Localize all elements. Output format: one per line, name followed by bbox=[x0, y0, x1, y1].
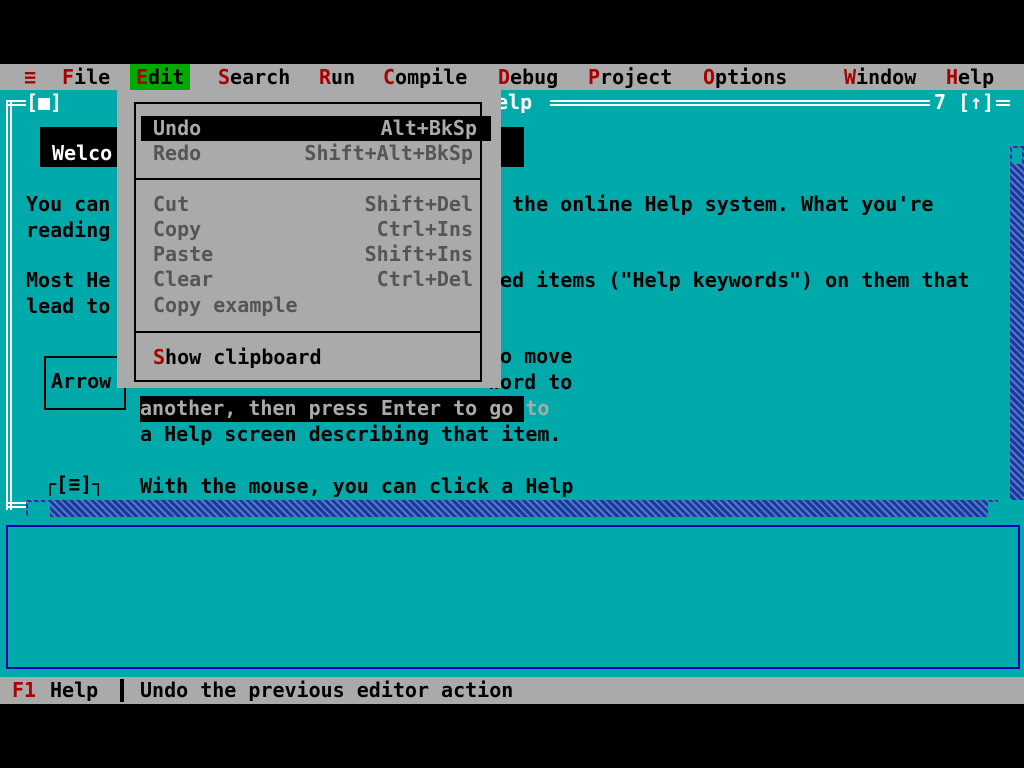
menu-project[interactable]: Project bbox=[582, 64, 678, 90]
help-para-line4: a Help screen describing that item. bbox=[140, 422, 562, 446]
vertical-scrollbar[interactable] bbox=[1010, 116, 1024, 500]
menu-help[interactable]: Help bbox=[940, 64, 1000, 90]
vertical-scroll-thumb[interactable] bbox=[1012, 148, 1022, 164]
menu-item-clear[interactable]: Clear Ctrl+Del bbox=[153, 267, 473, 292]
help-text-line3-right: ed items ("Help keywords") on them that bbox=[500, 268, 970, 292]
menu-item-undo[interactable]: Undo Alt+BkSp bbox=[141, 116, 491, 141]
edit-menu-dropdown: Undo Alt+BkSp Redo Shift+Alt+BkSp Cut Sh… bbox=[117, 90, 501, 388]
menu-edit[interactable]: Edit bbox=[130, 64, 191, 90]
menu-debug[interactable]: Debug bbox=[492, 64, 564, 90]
system-menu-icon[interactable]: ≡ bbox=[18, 64, 42, 90]
zoom-box-icon[interactable]: [↑] bbox=[958, 90, 994, 116]
menu-item-redo[interactable]: Redo Shift+Alt+BkSp bbox=[153, 141, 473, 166]
arrow-keys-box: Arrow bbox=[44, 356, 126, 410]
menu-file[interactable]: File bbox=[56, 64, 116, 90]
menu-compile[interactable]: Compile bbox=[377, 64, 473, 90]
welcome-heading: Welco bbox=[52, 141, 113, 165]
help-para-line1: o move bbox=[500, 344, 573, 368]
help-text-line1-right: the online Help system. What you're bbox=[512, 192, 934, 216]
help-para-line3: another, then press Enter to go to bbox=[140, 396, 550, 420]
window-title: elp bbox=[496, 90, 533, 114]
mouse-icon: ┌[≡]┐ bbox=[44, 472, 105, 496]
menu-item-copy[interactable]: Copy Ctrl+Ins bbox=[153, 217, 473, 242]
status-bar: F1 Help Undo the previous editor action bbox=[0, 677, 1024, 704]
menu-run[interactable]: Run bbox=[313, 64, 361, 90]
help-text-line2-left: reading bbox=[26, 218, 111, 242]
menu-search[interactable]: Search bbox=[212, 64, 296, 90]
help-text-line1-left: You can bbox=[26, 192, 111, 216]
menu-item-show-clipboard[interactable]: Show clipboard bbox=[153, 345, 473, 370]
help-text-line3-left: Most He bbox=[26, 268, 111, 292]
menu-item-paste[interactable]: Paste Shift+Ins bbox=[153, 242, 473, 267]
help-text-line4-left: lead to bbox=[26, 294, 111, 318]
menu-item-cut[interactable]: Cut Shift+Del bbox=[153, 192, 473, 217]
menu-options[interactable]: Options bbox=[697, 64, 793, 90]
menu-bar: ≡ File Edit Search Run Compile Debug Pro… bbox=[0, 64, 1024, 90]
menu-item-copy-example[interactable]: Copy example bbox=[153, 293, 473, 318]
close-box-icon[interactable]: [■] bbox=[26, 90, 62, 116]
lower-window bbox=[0, 517, 1024, 677]
help-mouse-line: With the mouse, you can click a Help bbox=[140, 474, 574, 498]
status-f1-key[interactable]: F1 bbox=[12, 677, 36, 704]
menu-window[interactable]: Window bbox=[838, 64, 922, 90]
window-number: 7 bbox=[934, 90, 947, 114]
status-help-label[interactable]: Help bbox=[50, 677, 98, 704]
status-hint: Undo the previous editor action bbox=[140, 678, 514, 702]
